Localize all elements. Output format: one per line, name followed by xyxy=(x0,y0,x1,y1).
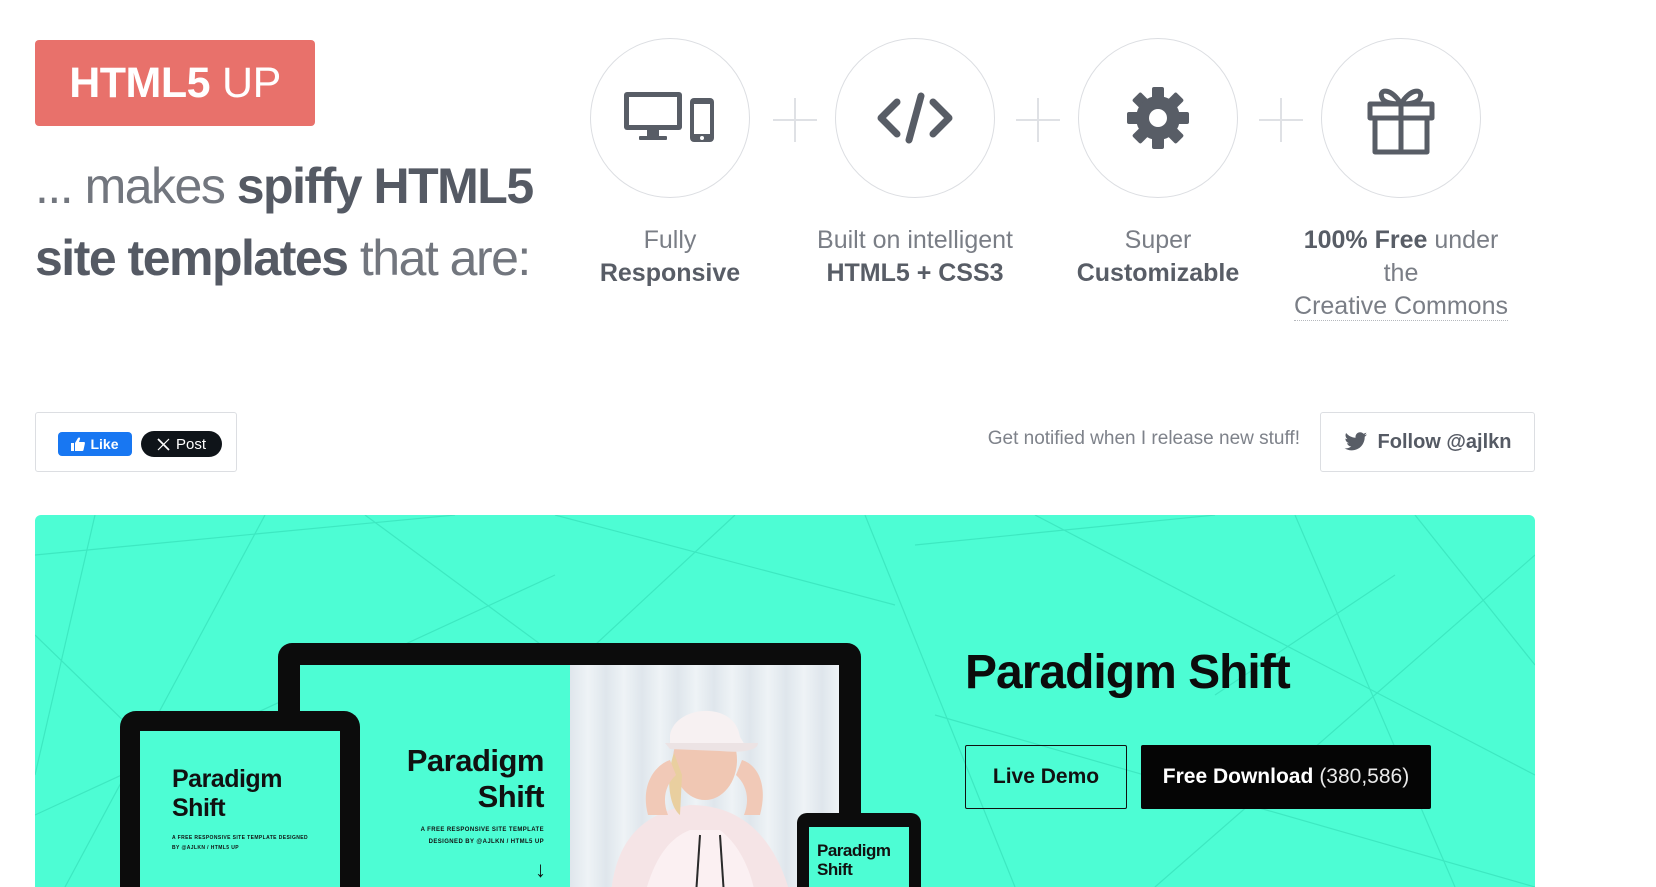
feature-html5-css3: Built on intelligent HTML5 + CSS3 xyxy=(805,38,1025,290)
download-count: (380,586) xyxy=(1319,765,1410,788)
twitter-bird-icon xyxy=(1344,432,1367,451)
post-label: Post xyxy=(175,435,206,453)
download-label: Free Download xyxy=(1162,765,1314,788)
mock-title-line2: Shift xyxy=(817,860,853,879)
mock-title-line2: Shift xyxy=(172,794,226,822)
feature-line1: Fully xyxy=(643,226,697,254)
facebook-like-button[interactable]: Like xyxy=(58,432,132,456)
logo-light-text: UP xyxy=(222,58,281,107)
code-icon xyxy=(877,92,953,144)
mock-title-line1: Paradigm xyxy=(172,765,282,793)
social-buttons-box: Like Post xyxy=(35,412,237,472)
x-post-button[interactable]: Post xyxy=(141,431,222,457)
arrow-down-icon: ↓ xyxy=(535,857,546,882)
html5up-logo[interactable]: HTML5 UP xyxy=(35,40,315,126)
feature-line1-strong: 100% Free xyxy=(1303,226,1428,254)
feature-circle xyxy=(590,38,750,198)
creative-commons-link[interactable]: Creative Commons xyxy=(1294,292,1508,321)
feature-line1: 100% Free under the xyxy=(1291,224,1511,290)
phone-screen: Paradigm Shift xyxy=(809,827,909,887)
tagline-part2: spiffy HTML5 xyxy=(236,158,534,214)
like-label: Like xyxy=(90,436,119,452)
feature-circle xyxy=(1078,38,1238,198)
feature-line1: Super xyxy=(1124,226,1192,254)
logo-strong-text: HTML5 xyxy=(69,58,211,107)
thumbs-up-icon xyxy=(71,437,86,451)
hero-banner: Paradigm Shift A FREE RESPONSIVE SITE TE… xyxy=(35,515,1535,887)
feature-line2: HTML5 + CSS3 xyxy=(826,259,1004,287)
gear-icon xyxy=(1127,87,1189,149)
tablet-screen: Paradigm Shift A FREE RESPONSIVE SITE TE… xyxy=(140,731,340,887)
feature-customizable: Super Customizable xyxy=(1048,38,1268,290)
x-logo-icon xyxy=(157,437,170,451)
follow-label: Follow @ajlkn xyxy=(1377,430,1512,453)
feature-text: Super Customizable xyxy=(1048,224,1268,290)
responsive-devices-icon xyxy=(624,92,714,142)
feature-line2-wrap: Creative Commons xyxy=(1291,290,1511,323)
gift-icon xyxy=(1367,88,1435,155)
desktop-mockup: Paradigm Shift A FREE RESPONSIVE SITE TE… xyxy=(278,643,861,887)
mock-subtitle-line1: A FREE RESPONSIVE SITE TEMPLATE DESIGNED xyxy=(172,835,309,841)
tagline-part1: ... makes xyxy=(35,158,237,214)
template-title: Paradigm Shift xyxy=(965,646,1291,699)
feature-line1: Built on intelligent xyxy=(817,226,1013,254)
tagline-part3: site templates xyxy=(35,230,349,286)
notify-text: Get notified when I release new stuff! xyxy=(987,428,1300,449)
mock-title-line1: Paradigm xyxy=(817,841,891,860)
feature-responsive: Fully Responsive xyxy=(560,38,780,290)
feature-free: 100% Free under the Creative Commons xyxy=(1291,38,1511,323)
feature-text: Built on intelligent HTML5 + CSS3 xyxy=(805,224,1025,290)
phone-mockup: Paradigm Shift xyxy=(797,813,921,887)
feature-circle xyxy=(1321,38,1481,198)
tablet-mockup: Paradigm Shift A FREE RESPONSIVE SITE TE… xyxy=(120,711,360,887)
tagline-part4: that are: xyxy=(347,230,531,286)
desktop-screen: Paradigm Shift A FREE RESPONSIVE SITE TE… xyxy=(300,665,839,887)
free-download-button[interactable]: Free Download (380,586) xyxy=(1141,745,1431,809)
feature-text: 100% Free under the Creative Commons xyxy=(1291,224,1511,323)
follow-twitter-button[interactable]: Follow @ajlkn xyxy=(1320,412,1535,472)
feature-line2: Customizable xyxy=(1076,259,1240,287)
tagline: ... makes spiffy HTML5 site templates th… xyxy=(35,150,555,294)
feature-text: Fully Responsive xyxy=(560,224,780,290)
feature-line2: Responsive xyxy=(599,259,741,287)
live-demo-button[interactable]: Live Demo xyxy=(965,745,1127,809)
mock-subtitle-line2: BY @AJLKN / HTML5 UP xyxy=(172,845,239,851)
feature-circle xyxy=(835,38,995,198)
